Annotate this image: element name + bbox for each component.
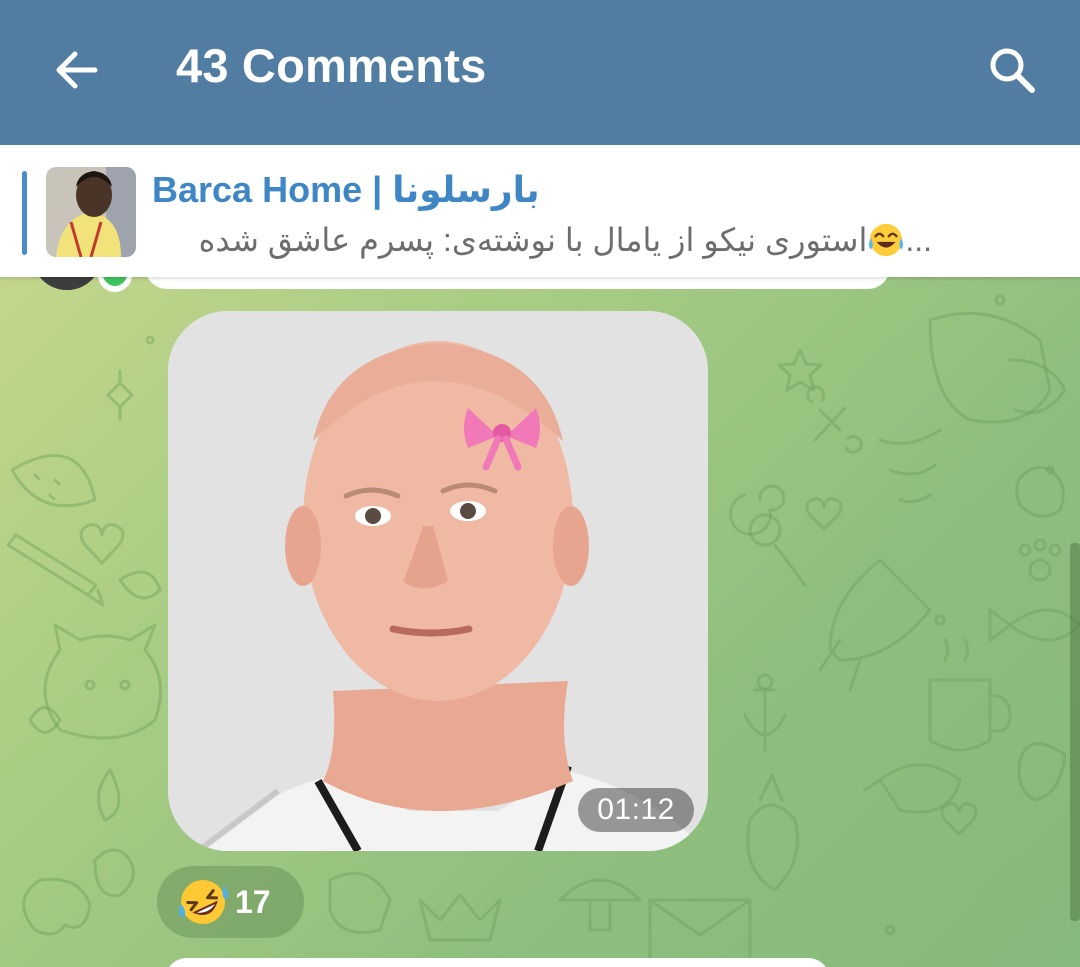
video-message[interactable] — [168, 311, 708, 851]
reaction-count: 17 — [235, 883, 271, 920]
back-button[interactable] — [36, 30, 116, 110]
rolling-on-floor-laughing-icon — [178, 880, 228, 924]
post-thumbnail[interactable] — [46, 167, 136, 257]
reaction-chip[interactable]: 17 — [157, 866, 304, 938]
search-icon — [990, 48, 1035, 93]
reply-accent-bar — [22, 171, 27, 255]
post-preview-ellipsis: ... — [905, 222, 932, 258]
video-thumbnail — [168, 311, 708, 851]
video-duration-badge: 01:12 — [578, 788, 694, 832]
channel-name: Barca Home | بارسلونا — [152, 169, 540, 210]
search-button[interactable] — [972, 30, 1052, 110]
post-preview-body: استوری نیکو از یامال با نوشته‌ی: پسرم عا… — [198, 222, 868, 258]
tears-of-joy-icon — [869, 223, 904, 257]
arrow-left-icon — [56, 51, 98, 89]
scrollbar[interactable] — [1070, 543, 1080, 921]
chat-screen: 43 Comments Barca Home | بارسلونا ...است… — [0, 0, 1080, 967]
page-title: 43 Comments — [176, 39, 487, 92]
top-app-bar: 43 Comments — [0, 0, 1080, 145]
next-message-bubble[interactable] — [165, 958, 830, 967]
discussion-post-header[interactable]: Barca Home | بارسلونا ... استوری نیکو از… — [0, 145, 1080, 277]
post-preview-text: ... استوری نیکو از یامال با نوشته‌ی: پسر… — [152, 221, 932, 259]
